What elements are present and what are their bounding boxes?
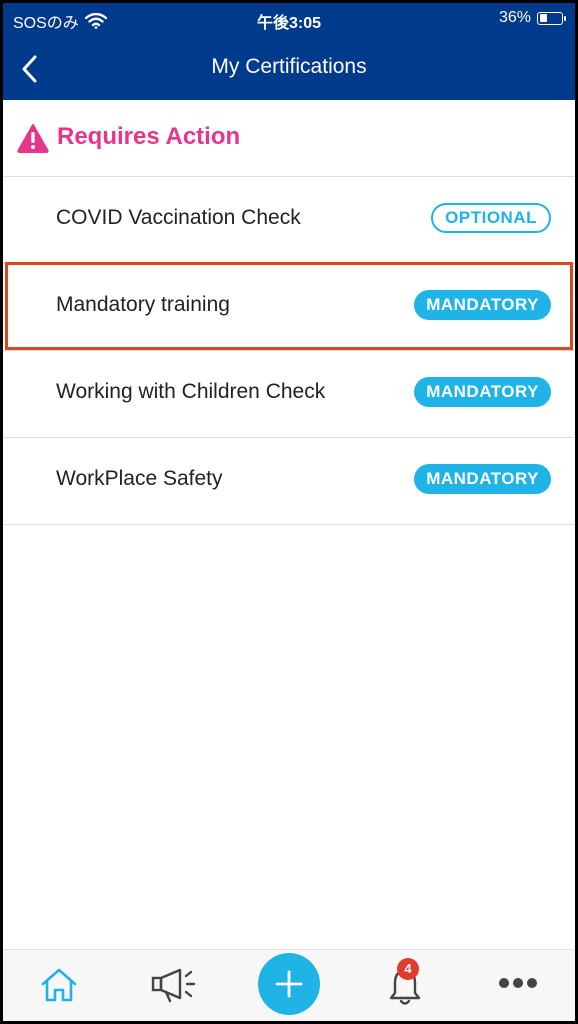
battery-percent: 36% xyxy=(498,9,531,26)
notification-count-badge: 4 xyxy=(397,958,419,980)
header: SOSのみ 午後3:05 36% My Certifications xyxy=(3,3,575,100)
page-title: My Certifications xyxy=(211,55,367,78)
nav-bar: My Certifications xyxy=(3,43,575,95)
app-screen: SOSのみ 午後3:05 36% My Certifications Requi… xyxy=(3,3,575,1021)
cert-row-working-with-children[interactable]: Working with Children Check MANDATORY xyxy=(3,351,575,438)
plus-icon xyxy=(275,970,303,998)
cert-label: Mandatory training xyxy=(56,293,230,316)
cert-label: Working with Children Check xyxy=(56,380,326,403)
battery-icon xyxy=(537,11,566,25)
megaphone-icon xyxy=(151,968,196,1003)
battery-fill xyxy=(539,14,547,22)
mandatory-badge: MANDATORY xyxy=(414,377,551,407)
tab-announcements[interactable] xyxy=(136,950,216,1021)
cert-label: WorkPlace Safety xyxy=(56,467,223,490)
cert-row-covid[interactable]: COVID Vaccination Check OPTIONAL xyxy=(3,177,575,264)
add-button[interactable] xyxy=(258,953,320,1015)
warning-icon xyxy=(17,124,49,153)
requires-action-section: Requires Action xyxy=(3,100,575,177)
cert-row-workplace-safety[interactable]: WorkPlace Safety MANDATORY xyxy=(3,438,575,525)
tab-more[interactable] xyxy=(478,950,558,1021)
section-title: Requires Action xyxy=(57,123,241,150)
tab-home[interactable] xyxy=(19,950,99,1021)
optional-badge: OPTIONAL xyxy=(431,203,551,233)
status-time: 午後3:05 xyxy=(256,15,322,32)
home-icon xyxy=(41,968,77,1002)
cert-row-mandatory-training[interactable]: Mandatory training MANDATORY xyxy=(3,264,575,351)
tab-notifications[interactable]: 4 xyxy=(373,950,453,1021)
mandatory-badge: MANDATORY xyxy=(414,290,551,320)
mandatory-badge: MANDATORY xyxy=(414,464,551,494)
status-bar: SOSのみ 午後3:05 36% xyxy=(3,3,575,33)
more-icon xyxy=(499,978,537,988)
cert-label: COVID Vaccination Check xyxy=(56,206,301,229)
